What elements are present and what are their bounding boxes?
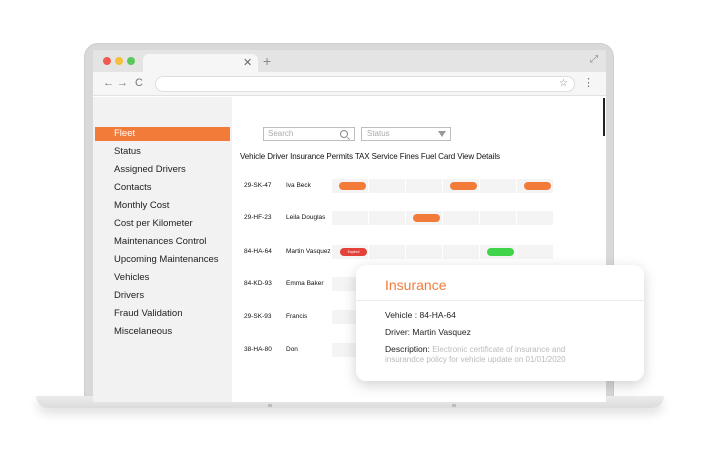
expired-badge[interactable]: Expired	[340, 248, 367, 256]
popup-description-label: Description:	[385, 344, 430, 354]
sidebar-item-status[interactable]: Status	[95, 145, 230, 159]
table-row[interactable]: 84-HA-64 Martin Vasquez Expired	[240, 245, 555, 259]
table-row[interactable]: 29-HF-23 Leila Douglas	[240, 211, 555, 225]
forward-arrow-icon[interactable]: →	[117, 77, 128, 89]
sidebar-item-cost-per-kilometer[interactable]: Cost per Kilometer	[95, 217, 230, 231]
driver-name: Emma Baker	[286, 280, 324, 287]
popup-title: Insurance	[385, 277, 447, 293]
popup-description-text: Electronic certificate of insurance and	[432, 345, 566, 354]
maximize-window-dot[interactable]	[127, 57, 135, 65]
vehicle-plate: 29-HF-23	[244, 214, 272, 221]
browser-tab[interactable]	[143, 54, 258, 72]
status-select-value: Status	[367, 129, 390, 138]
vehicle-plate: 29-SK-93	[244, 313, 272, 320]
popup-vehicle: Vehicle : 84-HA-64	[385, 310, 456, 320]
sidebar-item-maintenances-control[interactable]: Maintenances Control	[95, 235, 230, 249]
table-headers: Vehicle Driver Insurance Permits TAX Ser…	[240, 152, 500, 161]
fuel-card-status-pill[interactable]	[524, 182, 551, 190]
search-icon[interactable]	[340, 130, 348, 138]
scrollbar[interactable]	[603, 98, 605, 136]
search-input[interactable]: Search	[263, 127, 355, 141]
search-placeholder: Search	[268, 129, 294, 138]
back-arrow-icon[interactable]: ←	[103, 77, 114, 89]
driver-name: Martin Vasquez	[286, 248, 331, 255]
close-tab-icon[interactable]: ✕	[243, 56, 252, 69]
chevron-down-icon	[438, 131, 446, 137]
driver-name: Iva Beck	[286, 182, 311, 189]
popup-description: Description: Electronic certificate of i…	[385, 344, 565, 354]
sidebar-item-drivers[interactable]: Drivers	[95, 289, 230, 303]
vehicle-plate: 84-KD-93	[244, 280, 272, 287]
sidebar-item-assigned-drivers[interactable]: Assigned Drivers	[95, 163, 230, 177]
minimize-window-dot[interactable]	[115, 57, 123, 65]
laptop-foot	[268, 404, 272, 407]
insurance-popup: Insurance Vehicle : 84-HA-64 Driver: Mar…	[356, 265, 644, 381]
vehicle-plate: 29-SK-47	[244, 182, 272, 189]
address-bar[interactable]: ☆	[155, 76, 575, 92]
popup-description-text-2: insurandce policy for vehicle update on …	[385, 355, 566, 364]
driver-name: Francis	[286, 313, 308, 320]
insurance-status-pill[interactable]	[339, 182, 366, 190]
sidebar-item-fleet[interactable]: Fleet	[95, 127, 230, 141]
sidebar-item-upcoming-maintenances[interactable]: Upcoming Maintenances	[95, 253, 230, 267]
laptop-foot	[452, 404, 456, 407]
driver-name: Don	[286, 346, 298, 353]
expand-icon[interactable]: ⤢	[590, 54, 598, 65]
table-row[interactable]: 29-SK-47 Iva Beck	[240, 179, 555, 193]
vehicle-plate: 84-HA-64	[244, 248, 272, 255]
vehicle-plate: 38-HA-80	[244, 346, 272, 353]
status-select[interactable]: Status	[361, 127, 451, 141]
bookmark-star-icon[interactable]: ☆	[559, 78, 568, 89]
tax-status-pill[interactable]	[413, 214, 440, 222]
sidebar-item-contacts[interactable]: Contacts	[95, 181, 230, 195]
browser-toolbar: ← → C ☆ ⋮	[93, 72, 606, 96]
sidebar-item-monthly-cost[interactable]: Monthly Cost	[95, 199, 230, 213]
service-status-pill[interactable]	[450, 182, 477, 190]
popup-driver: Driver: Martin Vasquez	[385, 327, 471, 337]
close-window-dot[interactable]	[103, 57, 111, 65]
driver-name: Leila Douglas	[286, 214, 326, 221]
reload-icon[interactable]: C	[135, 77, 143, 89]
sidebar-item-miscelaneous[interactable]: Miscelaneous	[95, 325, 230, 339]
browser-menu-icon[interactable]: ⋮	[583, 76, 594, 89]
sidebar-item-vehicles[interactable]: Vehicles	[95, 271, 230, 285]
tab-bar: ✕ + ⤢	[93, 50, 606, 72]
sidebar-item-fraud-validation[interactable]: Fraud Validation	[95, 307, 230, 321]
popup-divider	[356, 300, 644, 301]
new-tab-icon[interactable]: +	[263, 53, 271, 69]
sidebar: Fleet Status Assigned Drivers Contacts M…	[93, 97, 232, 402]
fines-status-pill[interactable]	[487, 248, 514, 256]
